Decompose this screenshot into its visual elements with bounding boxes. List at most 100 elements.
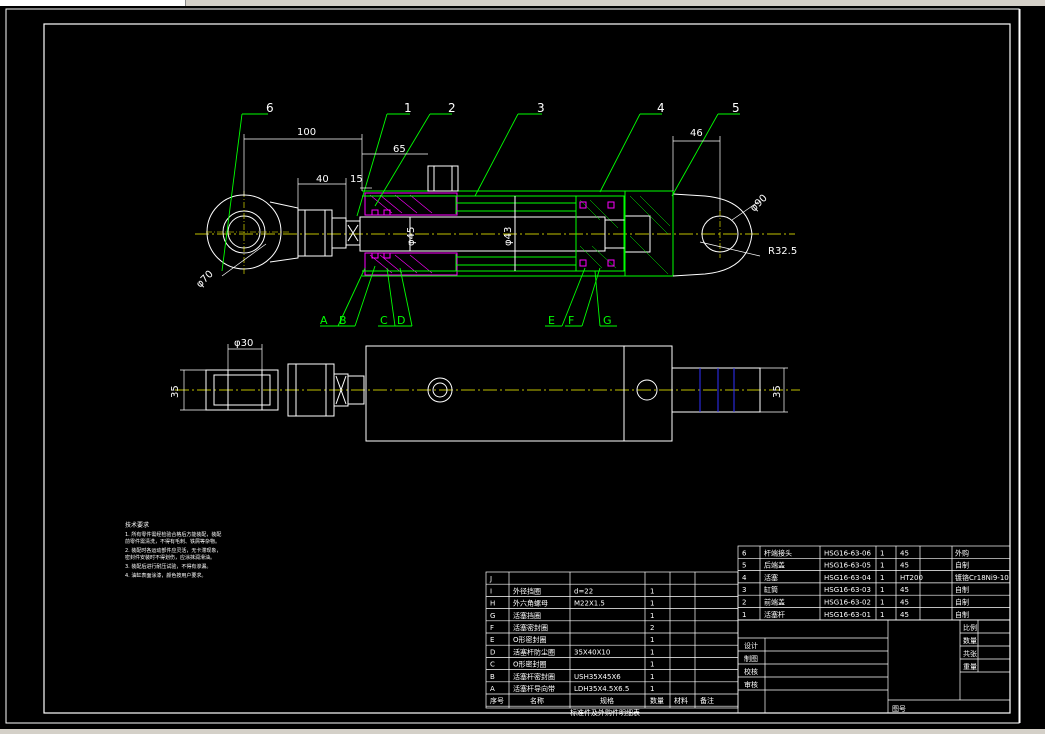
notes-line-6: 4. 油缸表面涂漆，颜色按用户要求。 [125, 572, 206, 579]
dimension-lines [221, 134, 761, 277]
parts-cell: 杆端接头 [764, 548, 792, 557]
seal-cell: 外六角螺母 [513, 599, 548, 608]
title-label-weight: 重量 [963, 663, 977, 671]
seal-cell: G [490, 612, 495, 620]
dim-100: 100 [297, 127, 316, 138]
letter-c: C [380, 314, 388, 327]
callout-4: 4 [657, 101, 665, 115]
parts-note: 自制 [955, 598, 969, 607]
rod-end-nut [297, 209, 333, 257]
seal-cell: d=22 [574, 587, 593, 595]
seal-cell: LDH35X4.5X6.5 [574, 685, 629, 693]
letter-e: E [548, 314, 555, 327]
parts-cell: 后端盖 [764, 561, 785, 570]
section-view [195, 165, 795, 277]
parts-note: 自制 [955, 585, 969, 594]
dim-46: 46 [690, 128, 703, 139]
parts-cell: 活塞 [764, 573, 778, 582]
seal-cell: USH35X45X6 [574, 673, 621, 681]
dim-phi30: φ30 [234, 338, 253, 349]
parts-cell: 2 [742, 599, 746, 607]
seal-cell: D [490, 648, 495, 656]
letter-f: F [568, 314, 574, 327]
letter-a: A [320, 314, 328, 327]
notes-line-0: 技术要求 [125, 521, 149, 529]
seal-header-cell: 数量 [650, 696, 664, 705]
seal-cell: 1 [650, 673, 654, 681]
cad-drawing-canvas[interactable]: 100 65 40 15 46 φ45 φ43 φ90 R32.5 φ70 6 … [0, 6, 1045, 729]
parts-cell: 缸筒 [764, 585, 778, 594]
parts-cell: 4 [742, 574, 747, 582]
title-label-qty: 数量 [963, 636, 977, 645]
parts-note: 外购 [955, 548, 969, 557]
letter-b: B [339, 314, 347, 327]
notes-line-4: 密封件安装时不得划伤，应涂抹润滑油。 [125, 554, 215, 561]
dim-phi45: φ45 [406, 227, 417, 246]
title-label-scale: 比例 [963, 623, 977, 632]
parts-cell: 45 [900, 586, 909, 594]
seal-cell: 活塞杆密封圈 [513, 672, 555, 681]
callout-3: 3 [537, 101, 545, 115]
dim-15: 15 [350, 174, 363, 185]
parts-cell: HSG16-63-06 [824, 549, 871, 557]
seal-cell: 1 [650, 600, 654, 608]
seal-cell: 活塞杆防尘圈 [513, 647, 555, 656]
seal-header-cell: 材料 [674, 696, 688, 705]
dim-65: 65 [393, 144, 406, 155]
seal-cell: M22X1.5 [574, 600, 605, 608]
callout-1: 1 [404, 101, 412, 115]
seal-cell: 1 [650, 612, 654, 620]
parts-cell: 45 [900, 549, 909, 557]
seal-cell: F [490, 624, 494, 632]
leader-lines [221, 113, 740, 327]
parts-cell: 1 [880, 574, 884, 582]
parts-note: 自制 [955, 610, 969, 619]
top-rear-head [623, 345, 673, 442]
status-bar [0, 729, 1045, 734]
rear-clevis [672, 193, 753, 277]
dim-35-right: 35 [772, 385, 783, 398]
title-label-sheets: 共张 [963, 649, 977, 658]
title-label-design: 设计 [744, 641, 758, 650]
title-label-drawing-no: 图号 [892, 705, 906, 713]
dim-r325: R32.5 [768, 246, 797, 257]
seal-cell: 外径挡圈 [513, 586, 541, 595]
notes-line-2: 前零件需清洗，不得有毛刺、铁屑等杂物。 [125, 538, 220, 545]
inner-frame [43, 23, 1011, 714]
seal-cell: 1 [650, 636, 654, 644]
dim-40: 40 [316, 174, 329, 185]
parts-note: 镀铬Cr18Ni9-10 [955, 573, 1009, 582]
title-label-check: 校核 [744, 667, 758, 676]
seal-cell: 35X40X10 [574, 648, 610, 656]
parts-cell: 1 [880, 599, 884, 607]
seal-cell: I [490, 587, 492, 595]
parts-cell: HSG16-63-03 [824, 586, 871, 594]
seal-header-cell: 规格 [600, 696, 614, 705]
seal-cell: A [490, 685, 495, 693]
parts-cell: 3 [742, 586, 746, 594]
parts-cell: HT200 [900, 574, 923, 582]
oil-port [427, 165, 459, 192]
seal-cell: B [490, 673, 495, 681]
parts-cell: 前端盖 [764, 598, 785, 607]
dim-35-left: 35 [170, 385, 181, 398]
seal-cell: C [490, 661, 495, 669]
parts-cell: 45 [900, 611, 909, 619]
seal-cell: 活塞密封圈 [513, 623, 548, 632]
notes-line-5: 3. 装配后进行耐压试验，不得有渗漏。 [125, 563, 211, 570]
title-label-draw: 制图 [744, 654, 758, 663]
callout-2: 2 [448, 101, 456, 115]
seal-cell: 1 [650, 685, 654, 693]
parts-cell: 5 [742, 562, 746, 570]
notes-line-3: 2. 装配时各运动部件应灵活，无卡滞现象， [125, 547, 221, 554]
parts-cell: 1 [880, 586, 884, 594]
title-label-approve: 审核 [744, 680, 758, 689]
seal-cell: 活塞挡圈 [513, 611, 541, 620]
parts-cell: 1 [880, 562, 884, 570]
top-barrel [365, 345, 625, 442]
dim-phi90: φ90 [748, 193, 769, 214]
seal-cell: 2 [650, 624, 654, 632]
parts-cell: 1 [880, 549, 884, 557]
dim-phi43: φ43 [503, 227, 514, 246]
seal-table-caption: 标准件及外购件明细表 [570, 708, 640, 717]
